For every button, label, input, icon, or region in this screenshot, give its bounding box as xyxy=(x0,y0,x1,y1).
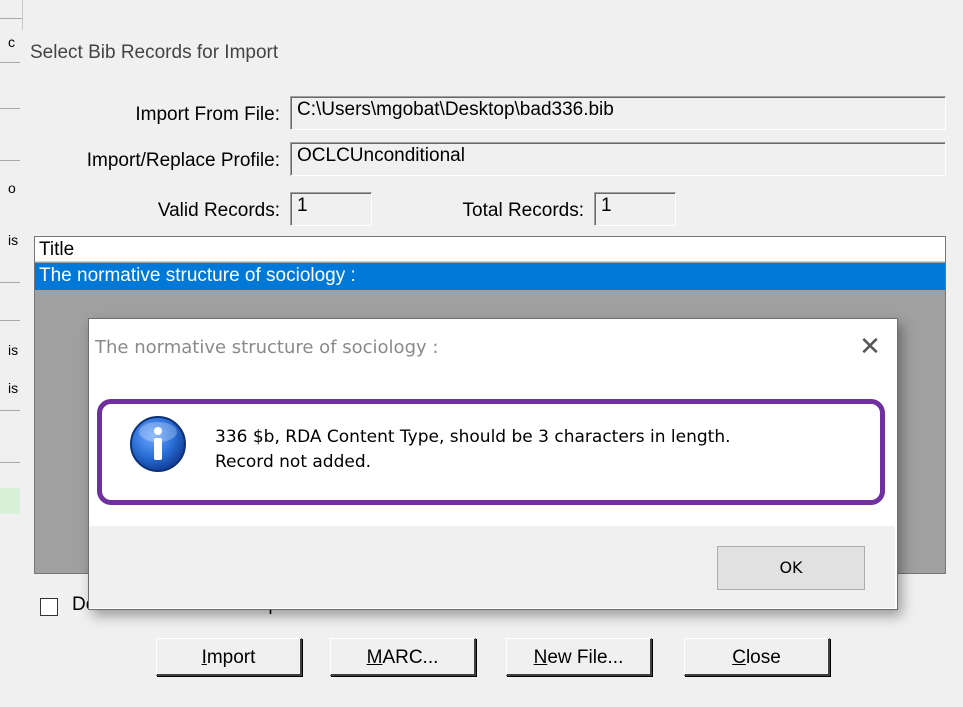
total-records-field[interactable]: 1 xyxy=(594,192,676,226)
import-from-file-field[interactable]: C:\Users\mgobat\Desktop\bad336.bib xyxy=(290,96,946,130)
bg-status-strip xyxy=(0,488,20,514)
import-from-file-label: Import From File: xyxy=(135,104,280,125)
profile-field[interactable]: OCLCUnconditional xyxy=(290,142,946,176)
bg-text-fragment: is xyxy=(8,342,19,358)
marc-button-label: ARC... xyxy=(382,647,439,668)
message-text: 336 $b, RDA Content Type, should be 3 ch… xyxy=(215,425,731,475)
valid-records-label: Valid Records: xyxy=(157,200,280,221)
import-button[interactable]: Import xyxy=(156,638,302,676)
message-line-1: 336 $b, RDA Content Type, should be 3 ch… xyxy=(215,427,731,447)
message-line-2: Record not added. xyxy=(215,452,372,472)
bg-divider xyxy=(0,462,22,463)
list-item[interactable]: The normative structure of sociology : xyxy=(35,263,945,290)
bg-divider xyxy=(0,62,22,63)
new-file-button[interactable]: New File... xyxy=(506,638,652,676)
list-column-header-title[interactable]: Title xyxy=(35,237,945,262)
bg-text-fragment: o xyxy=(8,180,16,196)
bg-text-fragment: is xyxy=(8,380,19,396)
info-icon xyxy=(130,416,186,472)
bg-divider xyxy=(0,160,22,161)
bg-divider xyxy=(0,18,22,19)
message-box-footer: OK xyxy=(89,526,895,608)
marc-button-mnemonic: M xyxy=(366,647,383,668)
delete-after-import-checkbox[interactable] xyxy=(40,598,58,616)
import-button-label: mport xyxy=(206,647,256,668)
new-file-button-label: ew File... xyxy=(547,647,624,668)
message-box-title: The normative structure of sociology : xyxy=(95,337,439,358)
valid-records-field[interactable]: 1 xyxy=(290,192,372,226)
new-file-button-mnemonic: N xyxy=(533,647,548,668)
marc-button[interactable]: MARC... xyxy=(330,638,476,676)
message-box: The normative structure of sociology : ✕… xyxy=(88,318,898,610)
bg-divider xyxy=(0,282,22,283)
ok-button[interactable]: OK xyxy=(717,546,865,590)
close-button-mnemonic: C xyxy=(732,647,746,668)
profile-label: Import/Replace Profile: xyxy=(86,150,280,171)
close-button-label: lose xyxy=(745,647,781,668)
close-button[interactable]: Close xyxy=(684,638,830,676)
close-icon[interactable]: ✕ xyxy=(855,331,885,361)
total-records-label: Total Records: xyxy=(462,200,584,221)
bg-text-fragment: is xyxy=(8,232,19,248)
bg-divider xyxy=(0,410,22,411)
dialog-title: Select Bib Records for Import xyxy=(30,42,279,63)
bg-divider xyxy=(0,108,22,109)
bg-divider xyxy=(0,320,22,321)
bg-text-fragment: c xyxy=(8,34,15,50)
